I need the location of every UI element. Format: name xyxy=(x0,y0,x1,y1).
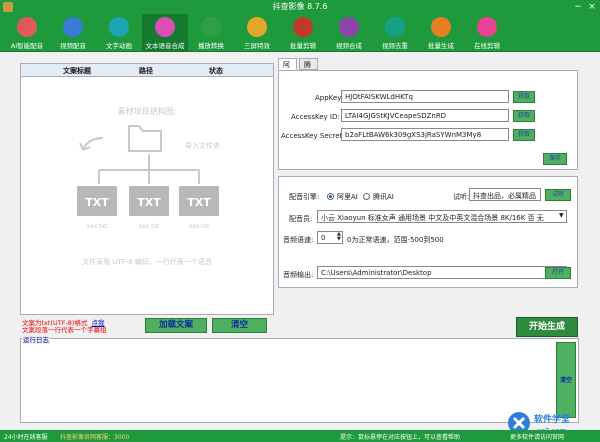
appkey-label: AppKey: xyxy=(315,94,344,102)
ai-voice-icon xyxy=(17,17,37,37)
toolbar-button-triple-screen[interactable]: 三屏特效 xyxy=(234,14,280,52)
access-id-field[interactable]: LTAI4GJGStKJVCeapeSDZnRD xyxy=(341,109,509,122)
toolbar-button-batch-edit[interactable]: 批量剪辑 xyxy=(280,14,326,52)
file-table-header: 文案标题 路径 状态 xyxy=(21,64,273,77)
status-bar: 24小时在线客服 抖查影像官网客服：3000 提示：鼠标悬停在对应按钮上，可以查… xyxy=(0,430,600,442)
encoding-hint: 文件采用 UTF-8 编码，一行代表一个语音 xyxy=(82,257,212,266)
minimize-button[interactable]: − xyxy=(572,1,584,13)
appkey-get-button[interactable]: 获取 xyxy=(513,91,535,103)
import-folder-note: 导入文件夹 xyxy=(185,141,220,150)
run-log-textarea[interactable] xyxy=(20,338,579,423)
engine-aliyun-radio[interactable] xyxy=(327,193,334,200)
engine-tencent-label: 腾讯AI xyxy=(373,193,394,201)
api-credentials-panel: AppKey: HJOtFAISKWLdHKTq 获取 AccessKey ID… xyxy=(278,70,578,170)
toolbar-button-video-merge[interactable]: 视频合成 xyxy=(326,14,372,52)
file-list-panel[interactable]: 文案标题 路径 状态 素材项目结构图: 导入文件夹 TXT TXT TXT xx… xyxy=(20,63,274,315)
access-id-label: AccessKey ID: xyxy=(291,113,340,121)
audition-button[interactable]: 试听 xyxy=(545,189,571,201)
structure-diagram: 导入文件夹 TXT TXT TXT xxx.txt xxx.txt xxx.tx… xyxy=(77,125,220,266)
toolbar-button-text-anim[interactable]: 文字动画 xyxy=(96,14,142,52)
paragraph-tip: 文案段落一行代表一个字幕组 xyxy=(22,326,107,334)
svg-text:TXT: TXT xyxy=(187,196,211,209)
dedupe-icon xyxy=(385,17,405,37)
access-secret-get-button[interactable]: 获取 xyxy=(513,129,535,141)
output-label: 音频输出: xyxy=(283,271,314,279)
toolbar-button-dedupe[interactable]: 视频去重 xyxy=(372,14,418,52)
toolbar-label: 在线剪辑 xyxy=(474,42,500,50)
file-name-label: xxx.txt xyxy=(87,223,108,230)
status-more-link[interactable]: 更多软件请访问官网 xyxy=(510,432,564,441)
toolbar-button-tts[interactable]: 文本语音合成 xyxy=(142,14,188,52)
svg-text:TXT: TXT xyxy=(137,196,161,209)
dropdown-arrow-icon[interactable]: ▼ xyxy=(559,212,564,219)
toolbar-button-play-convert[interactable]: 播放转换 xyxy=(188,14,234,52)
log-clear-button[interactable]: 清空 xyxy=(556,342,576,418)
title-bar: 抖查影像 8.7.6 − × xyxy=(0,0,600,14)
col-path: 路径 xyxy=(139,67,153,75)
video-dub-icon xyxy=(63,17,83,37)
speed-hint: 0为正常语速，范围-500到500 xyxy=(347,236,444,244)
online-edit-icon xyxy=(477,17,497,37)
toolbar-button-batch-generate[interactable]: 批量生成 xyxy=(418,14,464,52)
access-secret-field[interactable]: b2aFLtBAW6k309gXS3jRaSYWnM3My8 xyxy=(341,128,509,141)
text-anim-icon xyxy=(109,17,129,37)
engine-aliyun-label: 阿里AI xyxy=(337,193,358,201)
speed-label: 音频语速: xyxy=(283,236,314,244)
txt-file-icon: TXT xyxy=(179,186,219,216)
audition-text-field[interactable]: 抖查出品，必属精品 xyxy=(469,188,541,201)
play-convert-icon xyxy=(201,17,221,37)
main-toolbar: AI智能配音 视频配音 文字动画 文本语音合成 播放转换 三屏特效 批量剪辑 视频合成 视频去重… xyxy=(0,14,600,52)
synthesis-settings-panel: 配音引擎: 阿里AI 腾讯AI 试听: 抖查出品，必属精品 试听 配音员: 小云… xyxy=(278,176,578,288)
status-service: 24小时在线客服 xyxy=(4,434,48,441)
appkey-field[interactable]: HJOtFAISKWLdHKTq xyxy=(341,90,509,103)
tts-icon xyxy=(155,17,175,37)
toolbar-button-video-dub[interactable]: 视频配音 xyxy=(50,14,96,52)
col-status: 状态 xyxy=(209,67,223,75)
access-id-get-button[interactable]: 获取 xyxy=(513,110,535,122)
clear-list-button[interactable]: 清空 xyxy=(212,318,267,333)
txt-file-icon: TXT xyxy=(129,186,169,216)
svg-text:TXT: TXT xyxy=(85,196,109,209)
voice-select[interactable]: 小云 Xiaoyun 标准女声 通用场景 中文及中英文混合场景 8K/16K 否… xyxy=(317,210,567,223)
status-tip: 提示：鼠标悬停在对应按钮上，可以查看帮助 xyxy=(340,434,461,441)
engine-tencent-radio[interactable] xyxy=(363,193,370,200)
status-contact[interactable]: 抖查影像官网客服：3000 xyxy=(60,432,129,441)
close-button[interactable]: × xyxy=(586,1,598,13)
toolbar-button-ai-voice[interactable]: AI智能配音 xyxy=(4,14,50,52)
output-path-field[interactable]: C:\Users\Administrator\Desktop xyxy=(317,266,567,279)
engine-label: 配音引擎: xyxy=(289,193,320,201)
save-config-button[interactable]: 保存 xyxy=(543,153,567,165)
folder-icon xyxy=(128,125,162,152)
txt-file-icon: TXT xyxy=(77,186,117,216)
svg-text:软件学堂: 软件学堂 xyxy=(534,413,570,425)
window-title: 抖查影像 8.7.6 xyxy=(272,2,328,11)
file-name-label: xxx.txt xyxy=(139,223,160,230)
run-log-label: 运行日志 xyxy=(22,334,50,344)
audition-label: 试听: xyxy=(453,193,470,201)
open-output-button[interactable]: 打开 xyxy=(545,267,571,279)
spinner-arrows-icon[interactable]: ▲ ▼ xyxy=(337,232,341,242)
tab-aliyun[interactable]: 阿里 xyxy=(278,58,297,79)
load-copy-button[interactable]: 加载文案 xyxy=(145,318,207,333)
file-name-label: xxx.txt xyxy=(189,223,210,230)
col-title: 文案标题 xyxy=(63,67,91,75)
toolbar-button-online-edit[interactable]: 在线剪辑 xyxy=(464,14,510,52)
tab-tencent[interactable]: 腾讯 xyxy=(299,58,318,79)
voice-label: 配音员: xyxy=(289,215,313,223)
access-secret-label: AccessKey Secret: xyxy=(281,132,345,140)
batch-generate-icon xyxy=(431,17,451,37)
start-generate-button[interactable]: 开始生成 xyxy=(516,317,578,337)
video-merge-icon xyxy=(339,17,359,37)
batch-edit-icon xyxy=(293,17,313,37)
triple-screen-icon xyxy=(247,17,267,37)
